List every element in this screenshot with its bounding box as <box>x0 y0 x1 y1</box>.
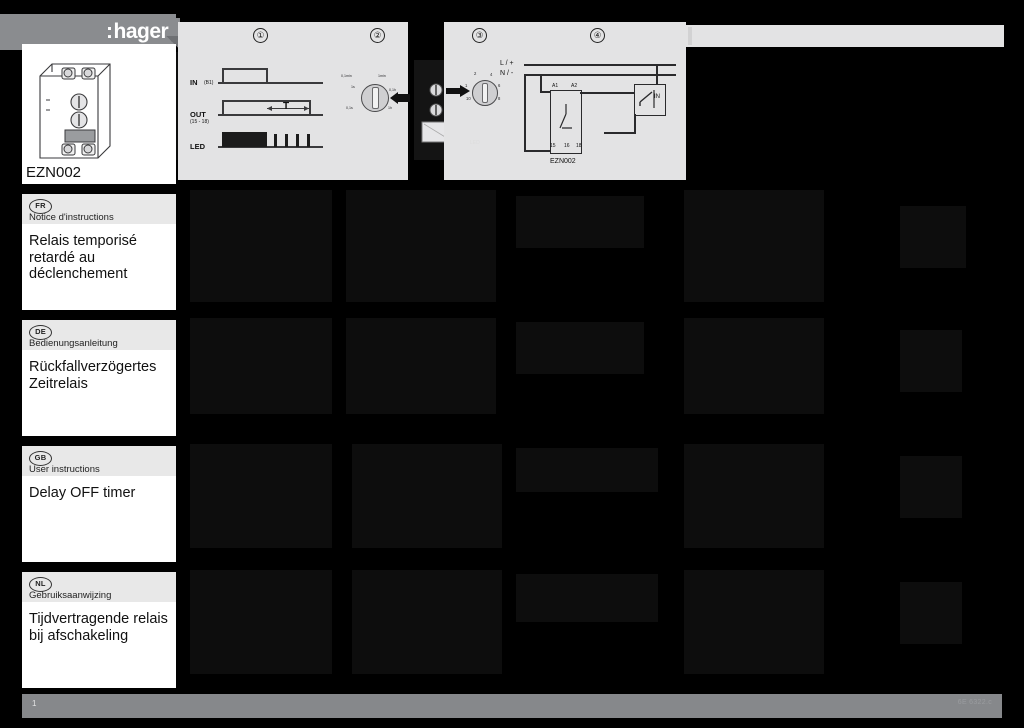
language-subtitle-fr: Notice d'instructions <box>29 212 114 223</box>
step-number-4: ④ <box>590 28 605 43</box>
content-block-de-c3 <box>516 322 644 374</box>
page-number: 1 <box>32 699 37 708</box>
step-number-2: ② <box>370 28 385 43</box>
supply-label-live: L / + <box>500 60 514 67</box>
content-block-de-c2 <box>346 318 496 414</box>
header-bar-right <box>686 25 1004 47</box>
language-title-fr: Relais temporisé retardé au déclenchemen… <box>29 233 137 282</box>
content-block-nl-c3 <box>516 574 658 622</box>
content-block-fr-c1 <box>190 190 332 302</box>
step-number-3: ③ <box>472 28 487 43</box>
language-block-fr: FR Notice d'instructions Relais temporis… <box>22 194 176 310</box>
product-image <box>39 63 111 159</box>
terminal-15: 15 <box>550 143 556 149</box>
dial-value-label-4: 10 <box>466 96 471 101</box>
content-block-nl-c4 <box>684 570 824 674</box>
dial-value-slot <box>482 83 488 103</box>
terminal-18: 18 <box>576 143 582 149</box>
led-callout-label: LED <box>470 140 480 146</box>
language-block-gb: GB User instructions Delay OFF timer <box>22 446 176 562</box>
language-subtitle-de: Bedienungsanleitung <box>29 338 118 349</box>
content-block-gb-c1 <box>190 444 332 548</box>
content-block-gb-c2 <box>352 444 502 548</box>
logo-text: hager <box>113 20 169 43</box>
dial-value-label-1: 4 <box>490 72 493 77</box>
dial-label-0: 0,1min <box>341 74 352 78</box>
language-body-nl: Tijdvertragende relais bij afschakeling <box>22 602 176 652</box>
signal-label-led: LED <box>190 142 205 151</box>
dial-value-label-2: 6 <box>498 83 501 88</box>
product-model-label: EZN002 <box>22 162 176 184</box>
terminal-16: 16 <box>564 143 570 149</box>
dial-label-1: 1min <box>378 74 386 78</box>
contact-symbol <box>559 104 572 129</box>
dial-value-label-3: 8 <box>498 96 501 101</box>
signal-label-in: IN <box>190 78 198 87</box>
language-header-nl: NL Gebruiksaanwijzing <box>22 572 176 602</box>
terminal-a1: A1 <box>552 83 559 89</box>
signal-terminals-in: (B1) <box>204 80 214 86</box>
dial-pointer-arrow-left <box>390 92 410 104</box>
dial-value-label-0: 2 <box>474 71 477 76</box>
dial-label-2: 1s <box>351 85 355 89</box>
language-subtitle-nl: Gebruiksaanwijzing <box>29 590 112 601</box>
language-block-de: DE Bedienungsanleitung Rückfallverzögert… <box>22 320 176 436</box>
language-header-gb: GB User instructions <box>22 446 176 476</box>
illustration-panel-b: ③ ④ 2 4 6 8 10 1 LED L / + N / - IN A1 A… <box>444 22 686 180</box>
language-subtitle-gb: User instructions <box>29 464 100 475</box>
language-header-fr: FR Notice d'instructions <box>22 194 176 224</box>
language-body-de: Rückfallverzögertes Zeitrelais <box>22 350 176 400</box>
step-number-1: ① <box>253 28 268 43</box>
input-label: IN <box>654 94 660 100</box>
document-page: : hager EZN002 FR Notice d'instructions … <box>0 0 1024 728</box>
content-block-de-c5 <box>900 330 962 392</box>
language-title-nl: Tijdvertragende relais bij afschakeling <box>29 611 168 644</box>
content-block-fr-c5 <box>900 206 966 268</box>
page-footer: 1 6E 6322.c <box>22 694 1002 718</box>
language-body-fr: Relais temporisé retardé au déclenchemen… <box>22 224 176 291</box>
signal-terminals-out: (15 - 18) <box>190 119 209 125</box>
language-block-nl: NL Gebruiksaanwijzing Tijdvertragende re… <box>22 572 176 688</box>
content-block-fr-c2 <box>346 190 496 302</box>
content-block-de-c4 <box>684 318 824 414</box>
wiring-device-label: EZN002 <box>550 158 576 165</box>
content-block-fr-c4 <box>684 190 824 302</box>
content-block-fr-c3 <box>516 196 644 248</box>
language-header-de: DE Bedienungsanleitung <box>22 320 176 350</box>
content-block-gb-c4 <box>684 444 824 548</box>
supply-label-neutral: N / - <box>500 70 514 77</box>
dial-value-label-5: 1 <box>465 83 468 88</box>
content-block-nl-c2 <box>352 570 502 674</box>
dial-label-4: 0,1s <box>346 106 353 110</box>
content-block-nl-c5 <box>900 582 962 644</box>
dial-label-5: 1h <box>388 106 392 110</box>
language-title-gb: Delay OFF timer <box>29 485 136 501</box>
terminal-a2: A2 <box>571 83 578 89</box>
illustration-panel-a: ① ② IN (B1) OUT (15 - 18) T LED 0,1min 1… <box>178 22 410 180</box>
dial-slot <box>372 87 379 109</box>
language-body-gb: Delay OFF timer <box>22 476 176 510</box>
signal-label-out: OUT <box>190 110 206 119</box>
content-block-gb-c5 <box>900 456 962 518</box>
content-block-de-c1 <box>190 318 332 414</box>
logo-colon: : <box>106 20 113 43</box>
time-marker-label: T <box>283 101 290 112</box>
content-block-nl-c1 <box>190 570 332 674</box>
content-block-gb-c3 <box>516 448 658 492</box>
language-title-de: Rückfallverzögertes Zeitrelais <box>29 359 157 392</box>
document-reference: 6E 6322.c <box>957 699 992 706</box>
